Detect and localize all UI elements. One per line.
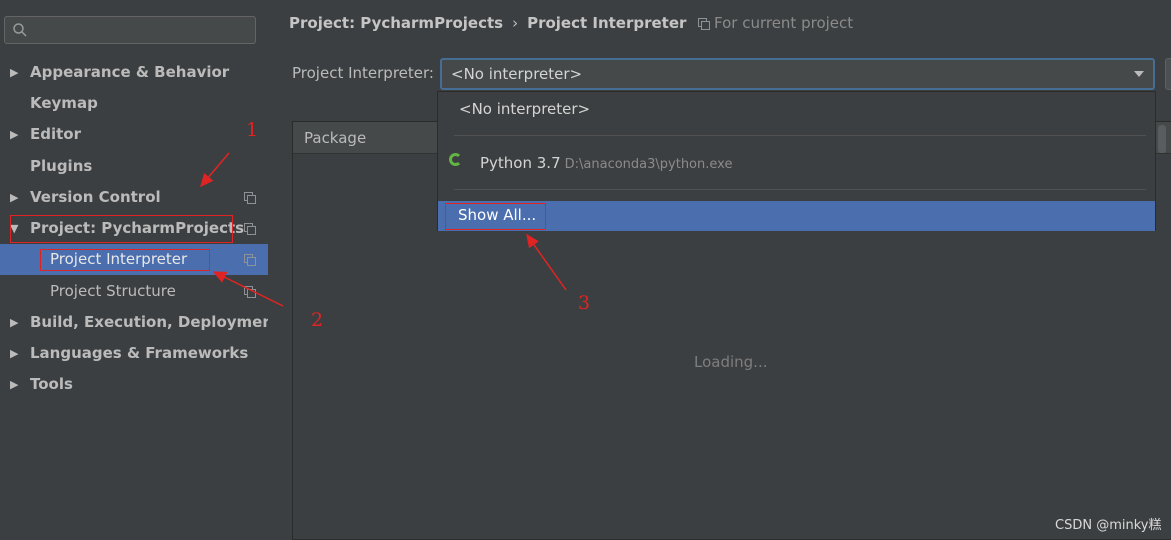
column-header-package[interactable]: Package xyxy=(304,129,366,147)
expand-arrow-icon[interactable]: ▶ xyxy=(10,182,18,213)
settings-content: Project: PycharmProjects › Project Interpr… xyxy=(268,0,1171,540)
sidebar-item-label: Project Structure xyxy=(50,282,176,300)
python-path: D:\anaconda3\python.exe xyxy=(564,157,733,172)
sidebar-item-keymap[interactable]: Keymap xyxy=(0,88,268,119)
project-scope-icon xyxy=(244,192,256,204)
expand-arrow-icon[interactable]: ▶ xyxy=(10,57,18,88)
sidebar-item-label: Project Interpreter xyxy=(50,250,188,268)
dropdown-option-show-all[interactable]: Show All... xyxy=(438,201,1155,231)
sidebar-item-project-structure[interactable]: Project Structure xyxy=(0,276,268,307)
scope-hint: For current project xyxy=(698,14,853,32)
sidebar-item-build-execution-deployment[interactable]: ▶ Build, Execution, Deployment xyxy=(0,307,280,338)
sidebar-item-label: Version Control xyxy=(30,188,161,206)
loading-spinner-icon xyxy=(449,153,462,166)
sidebar-item-project[interactable]: ▼ Project: PycharmProjects xyxy=(0,213,268,244)
interpreter-settings-button[interactable] xyxy=(1165,58,1171,90)
python-version: Python 3.7 xyxy=(480,154,561,172)
scope-hint-text: For current project xyxy=(714,14,854,32)
search-icon xyxy=(13,23,27,37)
expand-arrow-icon[interactable]: ▶ xyxy=(10,369,18,400)
settings-sidebar: ▶ Appearance & Behavior Keymap ▶ Editor … xyxy=(0,0,280,540)
breadcrumb-current: Project Interpreter xyxy=(527,14,687,32)
watermark: CSDN @minky糕 xyxy=(1055,518,1162,533)
chevron-down-icon[interactable] xyxy=(1134,71,1144,77)
interpreter-dropdown-list: <No interpreter> Python 3.7 D:\anaconda3\… xyxy=(437,91,1156,231)
sidebar-item-project-interpreter[interactable]: Project Interpreter xyxy=(0,244,268,275)
project-scope-icon xyxy=(244,223,256,235)
expand-arrow-icon[interactable]: ▶ xyxy=(10,307,18,338)
settings-search-input[interactable] xyxy=(4,16,256,44)
dropdown-divider xyxy=(454,135,1146,136)
project-scope-icon xyxy=(698,18,710,30)
sidebar-item-label: Project: PycharmProjects xyxy=(30,219,245,237)
sidebar-item-label: Keymap xyxy=(30,94,98,112)
sidebar-item-languages-frameworks[interactable]: ▶ Languages & Frameworks xyxy=(0,338,268,369)
interpreter-label: Project Interpreter: xyxy=(292,64,434,82)
scrollbar[interactable] xyxy=(1158,125,1166,153)
dropdown-option-label: Show All... xyxy=(458,206,537,224)
sidebar-item-version-control[interactable]: ▶ Version Control xyxy=(0,182,268,213)
sidebar-item-label: Appearance & Behavior xyxy=(30,63,230,81)
interpreter-select[interactable]: <No interpreter> xyxy=(440,58,1155,90)
sidebar-item-editor[interactable]: ▶ Editor xyxy=(0,119,268,150)
sidebar-item-label: Build, Execution, Deployment xyxy=(30,313,281,331)
sidebar-item-label: Plugins xyxy=(30,157,93,175)
sidebar-item-tools[interactable]: ▶ Tools xyxy=(0,369,268,400)
interpreter-select-value: <No interpreter> xyxy=(451,65,583,83)
dropdown-option-python37[interactable]: Python 3.7 D:\anaconda3\python.exe xyxy=(438,137,1155,181)
sidebar-item-appearance-behavior[interactable]: ▶ Appearance & Behavior xyxy=(0,57,268,88)
annotation-number-1: 1 xyxy=(246,119,259,141)
annotation-number-2: 2 xyxy=(311,309,324,331)
project-scope-icon xyxy=(244,254,256,266)
expand-arrow-icon[interactable]: ▶ xyxy=(10,119,18,150)
expand-arrow-icon[interactable]: ▶ xyxy=(10,338,18,369)
loading-text: Loading... xyxy=(694,353,768,371)
annotation-number-3: 3 xyxy=(578,292,591,314)
dropdown-divider xyxy=(454,189,1146,190)
breadcrumb-parent: Project: PycharmProjects xyxy=(289,14,504,32)
sidebar-item-label: Editor xyxy=(30,125,81,143)
sidebar-item-label: Languages & Frameworks xyxy=(30,344,249,362)
collapse-arrow-icon[interactable]: ▼ xyxy=(10,213,18,244)
project-scope-icon xyxy=(244,286,256,298)
sidebar-item-label: Tools xyxy=(30,375,73,393)
sidebar-item-plugins[interactable]: Plugins xyxy=(0,151,268,182)
dropdown-option-no-interpreter[interactable]: <No interpreter> xyxy=(438,92,1155,127)
breadcrumb-separator: › xyxy=(512,14,519,32)
dropdown-option-label: <No interpreter> xyxy=(459,100,591,118)
dropdown-option-label: Python 3.7 D:\anaconda3\python.exe xyxy=(480,154,732,172)
breadcrumb: Project: PycharmProjects › Project Interpr… xyxy=(289,14,686,32)
